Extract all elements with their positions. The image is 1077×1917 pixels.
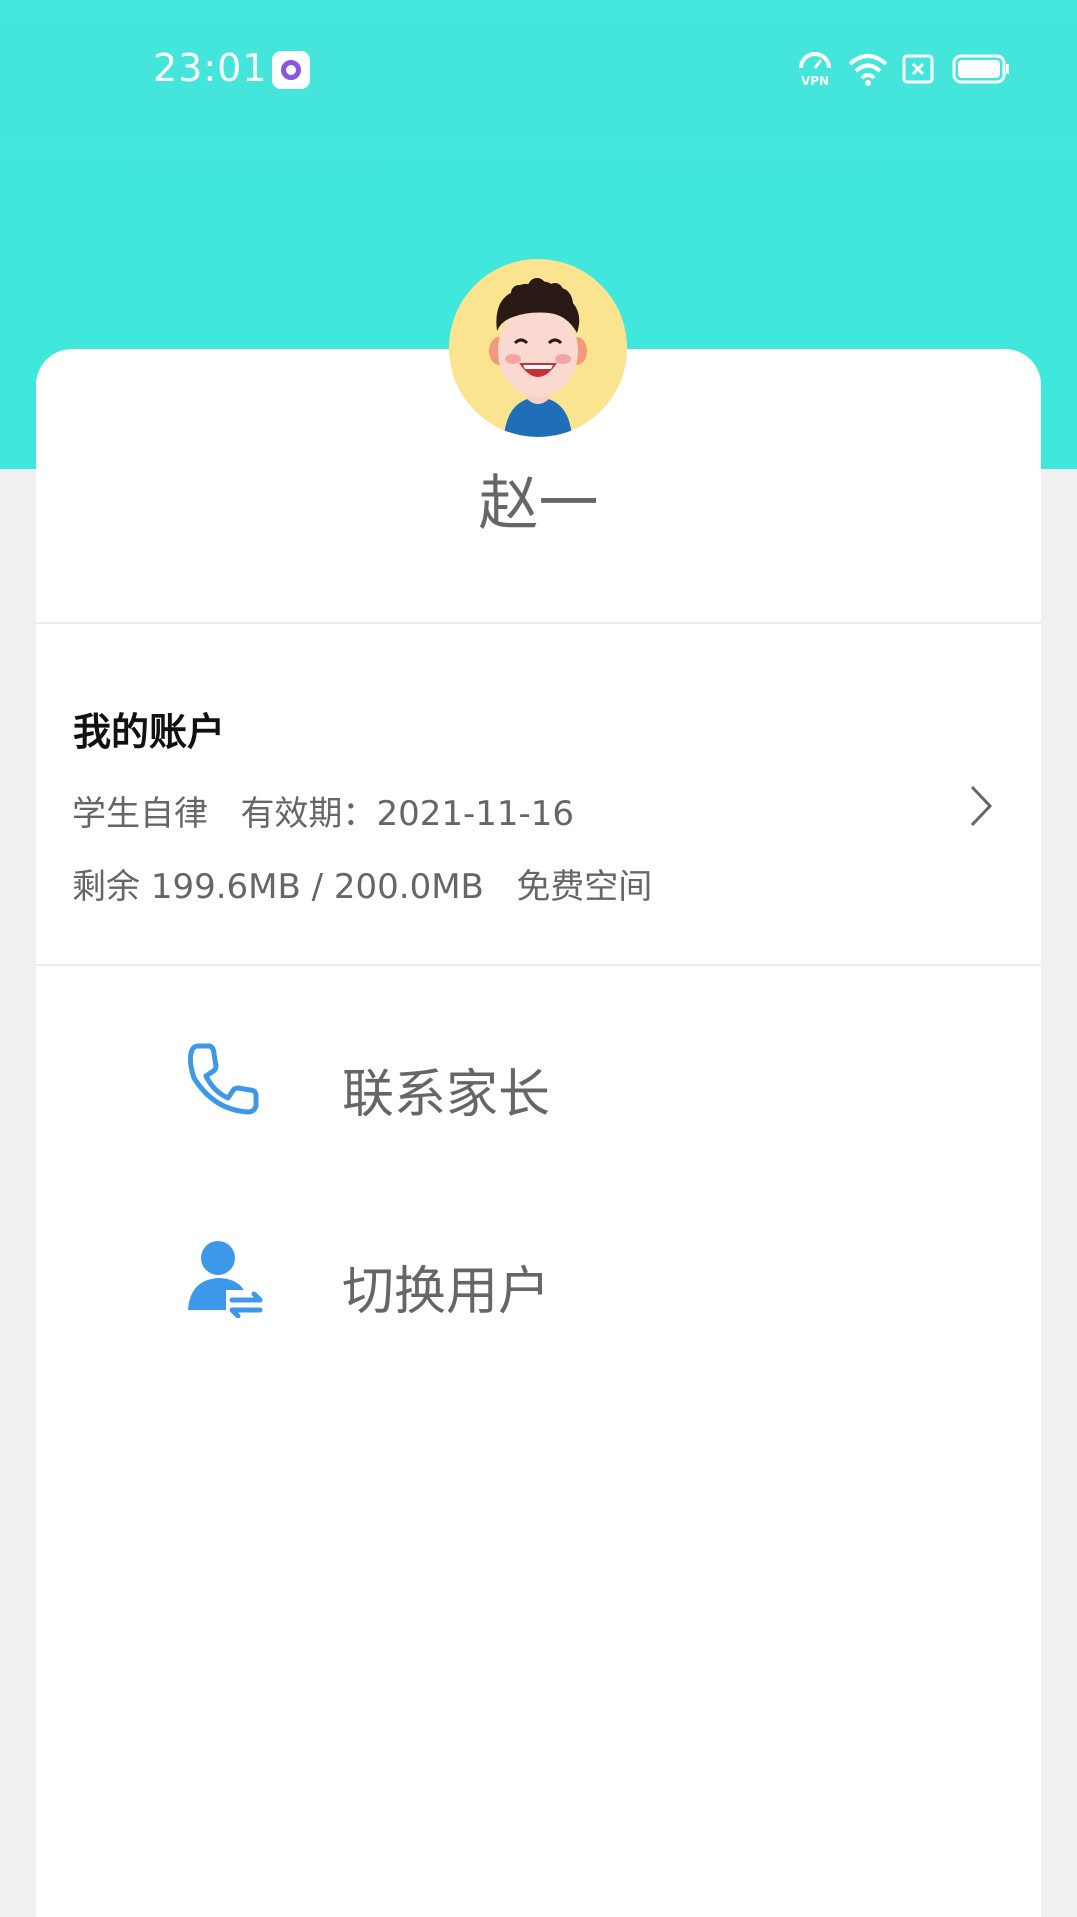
user-name: 赵一	[478, 469, 599, 539]
status-bar: 23:01 VPN	[0, 0, 1077, 140]
wifi-icon	[848, 54, 888, 86]
phone-icon	[187, 1043, 259, 1115]
switch-user-label: 切换用户	[342, 1262, 551, 1322]
avatar[interactable]	[449, 259, 627, 437]
status-time: 23:01	[153, 46, 268, 90]
account-plan: 学生自律	[72, 794, 208, 834]
contact-parent-item[interactable]: 联系家长	[36, 1005, 1041, 1155]
account-title: 我的账户	[73, 710, 226, 754]
account-plan-line: 学生自律 有效期：2021-11-16	[72, 786, 574, 835]
storage-type: 免费空间	[516, 867, 653, 907]
svg-text:VPN: VPN	[801, 74, 829, 88]
app-notification-icon	[272, 51, 310, 89]
storage-prefix: 剩余	[72, 867, 140, 907]
switch-user-icon	[188, 1241, 263, 1318]
storage-line: 剩余 199.6MB / 200.0MB 免费空间	[72, 859, 652, 908]
storage-used: 199.6MB / 200.0MB	[150, 867, 484, 907]
chevron-right-icon	[970, 785, 993, 827]
divider	[36, 964, 1041, 966]
contact-parent-label: 联系家长	[342, 1065, 551, 1125]
validity-label: 有效期：	[240, 794, 377, 834]
switch-user-item[interactable]: 切换用户	[36, 1203, 1041, 1353]
vpn-icon: VPN	[799, 52, 831, 88]
divider	[36, 622, 1041, 624]
sim-icon	[902, 54, 934, 84]
battery-icon	[952, 54, 1009, 84]
validity-date: 2021-11-16	[376, 794, 575, 834]
cartoon-boy-avatar-icon	[449, 259, 627, 437]
